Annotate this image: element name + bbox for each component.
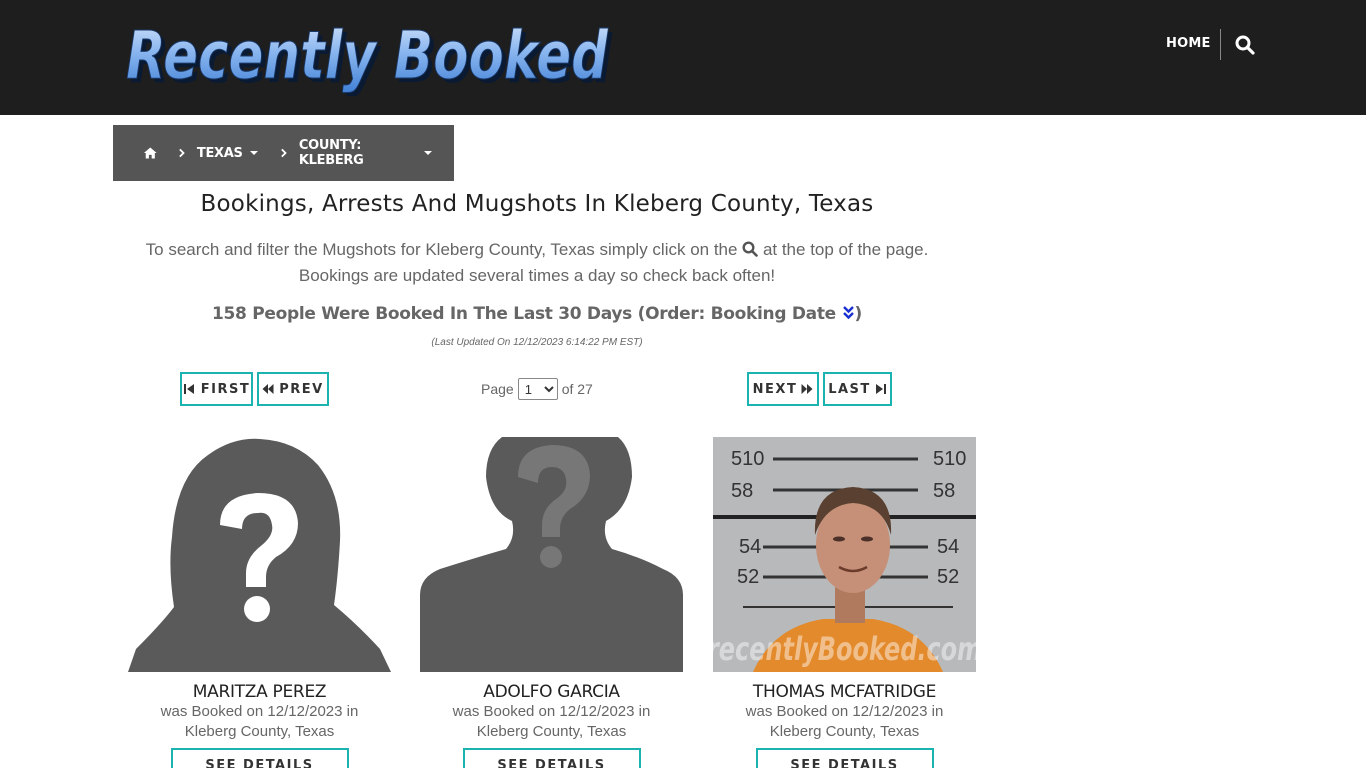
logo-text: Recently Booked [126,18,609,94]
first-label: FIRST [200,381,251,397]
inmate-card: 510 58 54 52 510 58 54 52 recentlyBooked… [713,437,976,768]
nav-home-link[interactable]: HOME [1166,36,1211,51]
prev-label: PREV [279,381,324,397]
inmate-name[interactable]: ADOLFO GARCIA [420,682,683,702]
last-label: LAST [828,381,871,397]
intro-text-start: To search and filter the Mugshots for Kl… [145,240,738,259]
height-mark: 54 [937,536,959,558]
height-mark: 510 [933,448,966,470]
caret-down-icon [249,151,258,155]
booking-info: was Booked on 12/12/2023 in Kleberg Coun… [128,702,391,742]
count-close-paren: ) [854,304,863,324]
fast-forward-icon [801,384,813,394]
inmate-name[interactable]: MARITZA PEREZ [128,682,391,702]
first-page-button[interactable]: FIRST [180,372,253,406]
skip-forward-icon [875,384,886,394]
skip-back-icon [183,384,194,394]
booking-date-text: was Booked on 12/12/2023 in [452,703,651,720]
next-label: NEXT [752,381,798,397]
see-details-button[interactable]: SEE DETAILS [462,748,641,768]
page-number-select[interactable]: 1 [517,378,558,400]
page-selector: Page 1 of 27 [481,377,593,401]
next-page-button[interactable]: NEXT [747,372,819,406]
home-icon[interactable] [143,146,158,160]
prev-page-button[interactable]: PREV [257,372,329,406]
page-label: Page [481,381,514,397]
breadcrumb-county-label: COUNTY: KLEBERG [298,138,364,168]
see-details-button[interactable]: SEE DETAILS [170,748,349,768]
rewind-icon [262,384,274,394]
search-icon[interactable] [1235,35,1255,55]
male-placeholder-image[interactable] [420,437,683,672]
booking-county-text: Kleberg County, Texas [769,723,920,740]
caret-down-icon [424,151,433,155]
booking-info: was Booked on 12/12/2023 in Kleberg Coun… [420,702,683,742]
page-title: Bookings, Arrests And Mugshots In Kleber… [200,191,874,217]
booking-county-text: Kleberg County, Texas [184,723,335,740]
booking-count-heading: 158 People Were Booked In The Last 30 Da… [113,304,961,324]
breadcrumb-state-dropdown[interactable]: TEXAS [197,146,258,161]
height-mark: 54 [739,536,761,558]
chevron-right-icon [280,148,287,158]
female-placeholder-image[interactable] [128,437,391,672]
height-mark: 58 [731,480,753,502]
see-details-button[interactable]: SEE DETAILS [755,748,934,768]
breadcrumb-state-label: TEXAS [196,145,243,161]
breadcrumb: TEXAS COUNTY: KLEBERG [113,125,454,181]
height-mark: 58 [933,480,955,502]
nav-divider [1220,29,1221,60]
booking-info: was Booked on 12/12/2023 in Kleberg Coun… [713,702,976,742]
site-header: Recently Booked Recently Booked HOME [0,0,1366,115]
sort-order-icon[interactable] [842,306,855,320]
booking-date-text: was Booked on 12/12/2023 in [745,703,944,720]
booking-county-text: Kleberg County, Texas [476,723,627,740]
site-logo[interactable]: Recently Booked Recently Booked [126,18,616,96]
booking-date-text: was Booked on 12/12/2023 in [160,703,359,720]
height-mark: 52 [937,566,959,588]
intro-text: To search and filter the Mugshots for Kl… [113,237,961,289]
photo-watermark: recentlyBooked.com [713,630,976,668]
mugshot-image[interactable]: 510 58 54 52 510 58 54 52 recentlyBooked… [713,437,976,672]
breadcrumb-county-dropdown[interactable]: COUNTY: KLEBERG [298,138,433,168]
inmate-name[interactable]: THOMAS MCFATRIDGE [713,682,976,702]
height-mark: 52 [737,566,759,588]
chevron-right-icon [178,148,185,158]
last-page-button[interactable]: LAST [823,372,892,406]
inmate-card: MARITZA PEREZ was Booked on 12/12/2023 i… [128,437,391,768]
inmate-card: ADOLFO GARCIA was Booked on 12/12/2023 i… [420,437,683,768]
search-icon [742,241,759,257]
height-mark: 510 [731,448,764,470]
last-updated: (Last Updated On 12/12/2023 6:14:22 PM E… [431,337,643,348]
page-total-label: of 27 [561,381,593,397]
booking-count-text: 158 People Were Booked In The Last 30 Da… [211,304,836,324]
